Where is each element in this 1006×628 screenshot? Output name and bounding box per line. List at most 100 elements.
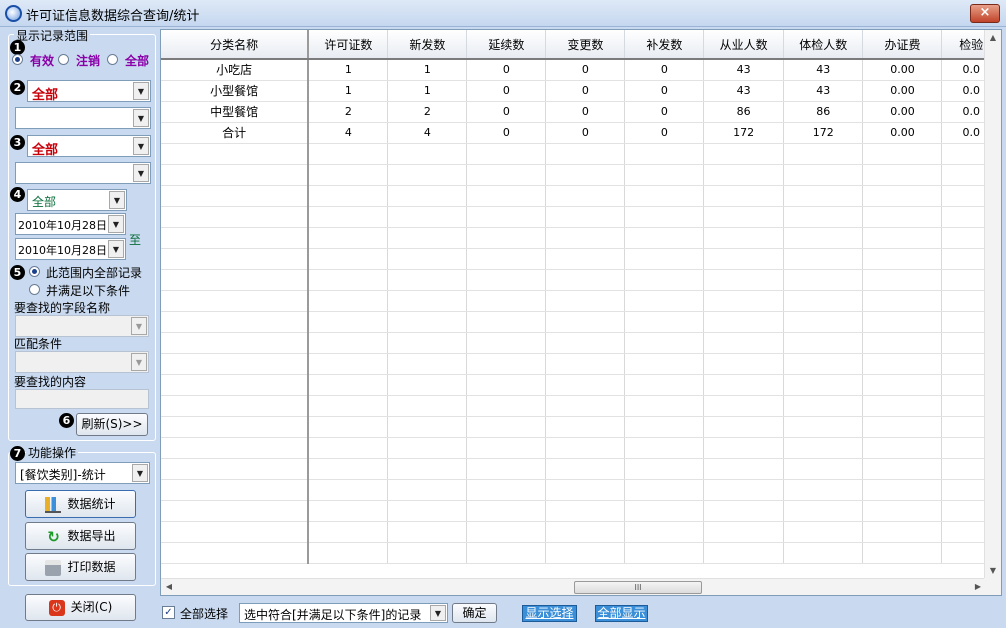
close-button[interactable]: ⏻ 关闭(C) (25, 594, 136, 621)
subregion-combo[interactable]: ▼ (15, 162, 151, 184)
table-row[interactable] (161, 311, 1001, 333)
table-row[interactable]: 小型餐馆 1 1 0 0 0 43 43 0.00 0.0 (161, 80, 1001, 102)
table-row[interactable] (161, 185, 1001, 207)
scroll-up-icon[interactable]: ▲ (985, 30, 1001, 46)
value-cell (624, 311, 705, 333)
confirm-button[interactable]: 确定 (452, 603, 497, 623)
column-header[interactable]: 分类名称 (161, 30, 310, 60)
region-combo[interactable]: 全部 ▼ (27, 135, 151, 158)
end-date-picker[interactable]: 2010年10月28日 ▼ (15, 238, 126, 260)
app-icon (5, 5, 22, 22)
chevron-down-icon[interactable]: ▼ (131, 317, 147, 335)
select-all-checkbox[interactable]: ✓ (162, 606, 175, 619)
value-cell (308, 227, 389, 249)
selection-criteria-combo[interactable]: 选中符合[并满足以下条件]的记录 ▼ (239, 603, 448, 623)
data-export-button[interactable]: ↻ 数据导出 (25, 522, 136, 550)
subcategory-combo[interactable]: ▼ (15, 107, 151, 129)
category-cell (161, 311, 310, 333)
category-cell (161, 437, 310, 459)
column-header[interactable]: 从业人数 (703, 30, 784, 60)
search-content-input[interactable] (15, 389, 149, 409)
value-cell (862, 479, 943, 501)
status-radio-all[interactable] (107, 54, 118, 65)
column-header[interactable]: 体检人数 (783, 30, 864, 60)
table-row[interactable] (161, 332, 1001, 354)
column-header[interactable]: 办证费 (862, 30, 943, 60)
start-date-picker[interactable]: 2010年10月28日 ▼ (15, 213, 126, 235)
table-row[interactable] (161, 458, 1001, 480)
show-selected-button[interactable]: 显示选择 (522, 605, 577, 622)
table-row[interactable] (161, 206, 1001, 228)
value-cell (387, 143, 468, 165)
chevron-down-icon[interactable]: ▼ (132, 464, 148, 482)
column-header[interactable]: 延续数 (466, 30, 547, 60)
window-title: 许可证信息数据综合查询/统计 (26, 9, 200, 24)
chevron-down-icon[interactable]: ▼ (108, 240, 124, 258)
category-cell (161, 248, 310, 270)
data-grid[interactable]: 分类名称 许可证数 新发数 延续数 变更数 补发数 从业人数 体检人数 办证费 … (160, 29, 1002, 596)
table-row[interactable] (161, 353, 1001, 375)
table-row[interactable] (161, 164, 1001, 186)
table-row[interactable] (161, 437, 1001, 459)
value-cell (783, 185, 864, 207)
value-cell (466, 269, 547, 291)
scope-label-all: 此范围内全部记录 (46, 266, 143, 280)
stat-mode-combo[interactable]: [餐饮类别]-统计 ▼ (15, 462, 150, 484)
chevron-down-icon[interactable]: ▼ (133, 109, 149, 127)
table-row[interactable]: 中型餐馆 2 2 0 0 0 86 86 0.00 0.0 (161, 101, 1001, 123)
value-cell (783, 353, 864, 375)
chevron-down-icon[interactable]: ▼ (131, 353, 147, 371)
table-row[interactable] (161, 143, 1001, 165)
table-row[interactable] (161, 248, 1001, 270)
table-row[interactable] (161, 290, 1001, 312)
chevron-down-icon[interactable]: ▼ (430, 605, 446, 621)
category-cell: 小型餐馆 (161, 80, 310, 102)
chevron-down-icon[interactable]: ▼ (133, 164, 149, 182)
value-cell (862, 290, 943, 312)
chevron-down-icon[interactable]: ▼ (109, 191, 125, 209)
status-radio-cancelled[interactable] (58, 54, 69, 65)
window-close-button[interactable]: × (970, 4, 1000, 23)
data-statistics-button[interactable]: 数据统计 (25, 490, 136, 518)
column-header[interactable]: 补发数 (624, 30, 705, 60)
date-type-combo[interactable]: 全部 ▼ (27, 189, 127, 211)
chevron-down-icon[interactable]: ▼ (108, 215, 124, 233)
print-data-button[interactable]: 打印数据 (25, 553, 136, 581)
value-cell (308, 143, 389, 165)
table-row[interactable] (161, 542, 1001, 564)
table-row[interactable] (161, 374, 1001, 396)
refresh-button[interactable]: 刷新(S)>> (76, 413, 148, 436)
table-row[interactable] (161, 479, 1001, 501)
table-header-row: 分类名称 许可证数 新发数 延续数 变更数 补发数 从业人数 体检人数 办证费 … (161, 30, 1001, 60)
category-combo[interactable]: 全部 ▼ (27, 80, 151, 103)
scroll-left-icon[interactable]: ◀ (161, 579, 177, 595)
category-cell (161, 542, 310, 564)
table-row[interactable] (161, 500, 1001, 522)
table-row[interactable]: 小吃店 1 1 0 0 0 43 43 0.00 0.0 (161, 59, 1001, 81)
chevron-down-icon[interactable]: ▼ (133, 137, 149, 155)
value-cell (308, 521, 389, 543)
column-header[interactable]: 许可证数 (308, 30, 389, 60)
table-row[interactable] (161, 227, 1001, 249)
value-cell (387, 395, 468, 417)
field-name-combo[interactable]: ▼ (15, 315, 149, 337)
scope-radio-condition[interactable] (29, 284, 40, 295)
end-date-value: 2010年10月28日 (18, 244, 107, 257)
match-condition-combo[interactable]: ▼ (15, 351, 149, 373)
scope-radio-all[interactable] (29, 266, 40, 277)
column-header[interactable]: 变更数 (545, 30, 626, 60)
table-row[interactable]: 合计 4 4 0 0 0 172 172 0.00 0.0 (161, 122, 1001, 144)
column-header[interactable]: 新发数 (387, 30, 468, 60)
chevron-down-icon[interactable]: ▼ (133, 82, 149, 100)
vertical-scrollbar[interactable]: ▲ ▼ (984, 30, 1001, 579)
horizontal-scrollbar[interactable]: ◀ III ▶ (161, 578, 986, 595)
scroll-down-icon[interactable]: ▼ (985, 563, 1001, 579)
table-row[interactable] (161, 269, 1001, 291)
value-cell (862, 542, 943, 564)
table-row[interactable] (161, 395, 1001, 417)
show-all-button[interactable]: 全部显示 (595, 605, 648, 622)
table-row[interactable] (161, 521, 1001, 543)
table-row[interactable] (161, 416, 1001, 438)
horizontal-scroll-thumb[interactable]: III (574, 581, 702, 594)
status-radio-valid[interactable] (12, 54, 23, 65)
